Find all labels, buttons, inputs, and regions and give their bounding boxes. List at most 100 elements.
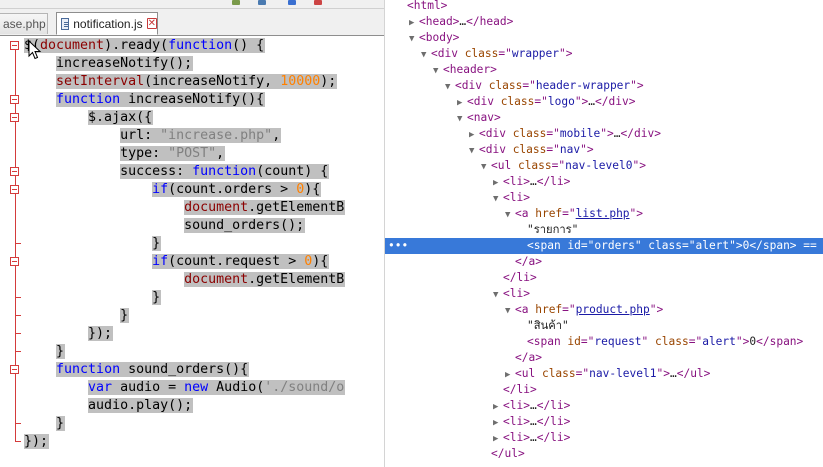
toolbar-find-icon[interactable]	[288, 0, 296, 5]
dom-token: ="	[562, 303, 576, 316]
devtools-elements-panel[interactable]: <html> ▶ <head>…</head> ▼ <body> ▼ <div class=…	[385, 0, 823, 467]
dom-token: ">	[580, 143, 594, 156]
dom-node[interactable]: </a>	[385, 350, 823, 366]
fold-toggle-icon[interactable]	[10, 185, 19, 194]
dom-node[interactable]: ▶ <head>…</head>	[385, 14, 823, 30]
code-line[interactable]: increaseNotify();	[24, 55, 384, 73]
code-area[interactable]: $(document).ready(function() { increaseN…	[24, 37, 384, 451]
code-line[interactable]: function sound_orders(){	[24, 361, 384, 379]
tab-increase-php[interactable]: ase.php	[0, 13, 48, 34]
dom-node[interactable]: ▼ <nav>	[385, 110, 823, 126]
dom-node[interactable]: ▶ <div class="logo">…</div>	[385, 94, 823, 110]
collapsed-arrow-icon[interactable]: ▶	[493, 431, 503, 447]
dom-node[interactable]: ▶ <div class="mobile">…</div>	[385, 126, 823, 142]
more-options-icon[interactable]: •••	[388, 238, 408, 254]
code-line[interactable]: setInterval(increaseNotify, 10000);	[24, 73, 384, 91]
dom-node[interactable]: </ul>	[385, 446, 823, 462]
dom-node[interactable]: ▶ <ul class="nav-level1">…</ul>	[385, 366, 823, 382]
fold-toggle-icon[interactable]	[10, 95, 19, 104]
expanded-arrow-icon[interactable]: ▼	[493, 191, 503, 207]
fold-toggle-icon[interactable]	[10, 167, 19, 176]
expanded-arrow-icon[interactable]: ▼	[445, 79, 455, 95]
code-line[interactable]: url: "increase.php",	[24, 127, 384, 145]
dom-node[interactable]: ▼ <div class="wrapper">	[385, 46, 823, 62]
dom-node[interactable]: ▼ <a href="list.php">	[385, 206, 823, 222]
code-line[interactable]: type: "POST",	[24, 145, 384, 163]
code-line[interactable]: });	[24, 325, 384, 343]
toolbar-undo-icon[interactable]	[232, 0, 240, 5]
dom-node[interactable]: "รายการ"	[385, 222, 823, 238]
collapsed-arrow-icon[interactable]: ▶	[493, 415, 503, 431]
dom-node[interactable]: </a>	[385, 254, 823, 270]
fold-toggle-icon[interactable]	[10, 41, 19, 50]
dom-node[interactable]: "สินค้า"	[385, 318, 823, 334]
dom-node[interactable]: </li>	[385, 382, 823, 398]
code-token: var	[88, 380, 113, 395]
code-line[interactable]: sound_orders();	[24, 217, 384, 235]
dom-token[interactable]: product.php	[576, 303, 650, 316]
dom-node[interactable]: ▼ <ul class="nav-level0">	[385, 158, 823, 174]
code-line[interactable]: document.getElementB	[24, 271, 384, 289]
fold-toggle-icon[interactable]	[10, 113, 19, 122]
code-line[interactable]: }	[24, 289, 384, 307]
dom-node[interactable]: <span id="request" class="alert">0</span…	[385, 334, 823, 350]
dom-node-selected[interactable]: ••• <span id="orders" class="alert">0</sp…	[385, 238, 823, 254]
expanded-arrow-icon[interactable]: ▼	[505, 207, 515, 223]
dom-token: <a	[515, 303, 536, 316]
dom-node[interactable]: ▶ <li>…</li>	[385, 398, 823, 414]
code-line[interactable]: $(document).ready(function() {	[24, 37, 384, 55]
expanded-arrow-icon[interactable]: ▼	[493, 287, 503, 303]
collapsed-arrow-icon[interactable]: ▶	[493, 399, 503, 415]
code-line[interactable]: document.getElementB	[24, 199, 384, 217]
dom-node[interactable]: </li>	[385, 270, 823, 286]
dom-node[interactable]: ▼ <li>	[385, 190, 823, 206]
code-line[interactable]: $.ajax({	[24, 109, 384, 127]
dom-node[interactable]: ▼ <div class="nav">	[385, 142, 823, 158]
collapsed-arrow-icon[interactable]: ▶	[457, 95, 467, 111]
expanded-arrow-icon[interactable]: ▼	[457, 111, 467, 127]
tab-notification-js[interactable]: notification.js ✕	[56, 12, 158, 35]
code-editor-pane[interactable]: ase.php notification.js ✕ $(document).re…	[0, 0, 385, 467]
code-line[interactable]: success: function(count) {	[24, 163, 384, 181]
code-line[interactable]: }	[24, 343, 384, 361]
collapsed-arrow-icon[interactable]: ▶	[493, 175, 503, 191]
collapsed-arrow-icon[interactable]: ▶	[409, 15, 419, 31]
toolbar-redo-icon[interactable]	[258, 0, 266, 5]
dom-node[interactable]: ▼ <body>	[385, 30, 823, 46]
expanded-arrow-icon[interactable]: ▼	[409, 31, 419, 47]
dom-node[interactable]: ▼ <li>	[385, 286, 823, 302]
dom-token: <html>	[407, 0, 448, 12]
expanded-arrow-icon[interactable]: ▼	[505, 303, 515, 319]
collapsed-arrow-icon[interactable]: ▶	[469, 127, 479, 143]
expanded-arrow-icon[interactable]: ▼	[433, 63, 443, 79]
toolbar-replace-icon[interactable]	[314, 0, 322, 5]
collapsed-arrow-icon[interactable]: ▶	[505, 367, 515, 383]
code-line[interactable]: });	[24, 433, 384, 451]
dom-node[interactable]: ▶ <li>…</li>	[385, 414, 823, 430]
fold-toggle-icon[interactable]	[10, 257, 19, 266]
code-line[interactable]: var audio = new Audio('./sound/o	[24, 379, 384, 397]
expanded-arrow-icon[interactable]: ▼	[421, 47, 431, 63]
dom-node[interactable]: ▶ <li>…</li>	[385, 174, 823, 190]
dom-node[interactable]: ▶ <li>…</li>	[385, 430, 823, 446]
dom-node[interactable]: ▼ <a href="product.php">	[385, 302, 823, 318]
code-line[interactable]: audio.play();	[24, 397, 384, 415]
file-icon	[61, 17, 70, 30]
fold-toggle-icon[interactable]	[10, 365, 19, 374]
dom-token: ="	[546, 127, 560, 140]
code-line[interactable]: if(count.orders > 0){	[24, 181, 384, 199]
dom-node[interactable]: ▼ <header>	[385, 62, 823, 78]
code-line[interactable]: }	[24, 235, 384, 253]
expanded-arrow-icon[interactable]: ▼	[469, 143, 479, 159]
code-line[interactable]: }	[24, 415, 384, 433]
dom-node[interactable]: ▼ <div class="header-wrapper">	[385, 78, 823, 94]
code-line[interactable]: function increaseNotify(){	[24, 91, 384, 109]
dom-node[interactable]: <html>	[385, 0, 823, 14]
dom-token[interactable]: list.php	[576, 207, 630, 220]
dom-token: class	[500, 95, 535, 108]
code-line[interactable]: if(count.request > 0){	[24, 253, 384, 271]
expanded-arrow-icon[interactable]: ▼	[481, 159, 491, 175]
code-line[interactable]: }	[24, 307, 384, 325]
dom-token: alert	[702, 335, 736, 348]
close-icon[interactable]: ✕	[146, 18, 157, 29]
